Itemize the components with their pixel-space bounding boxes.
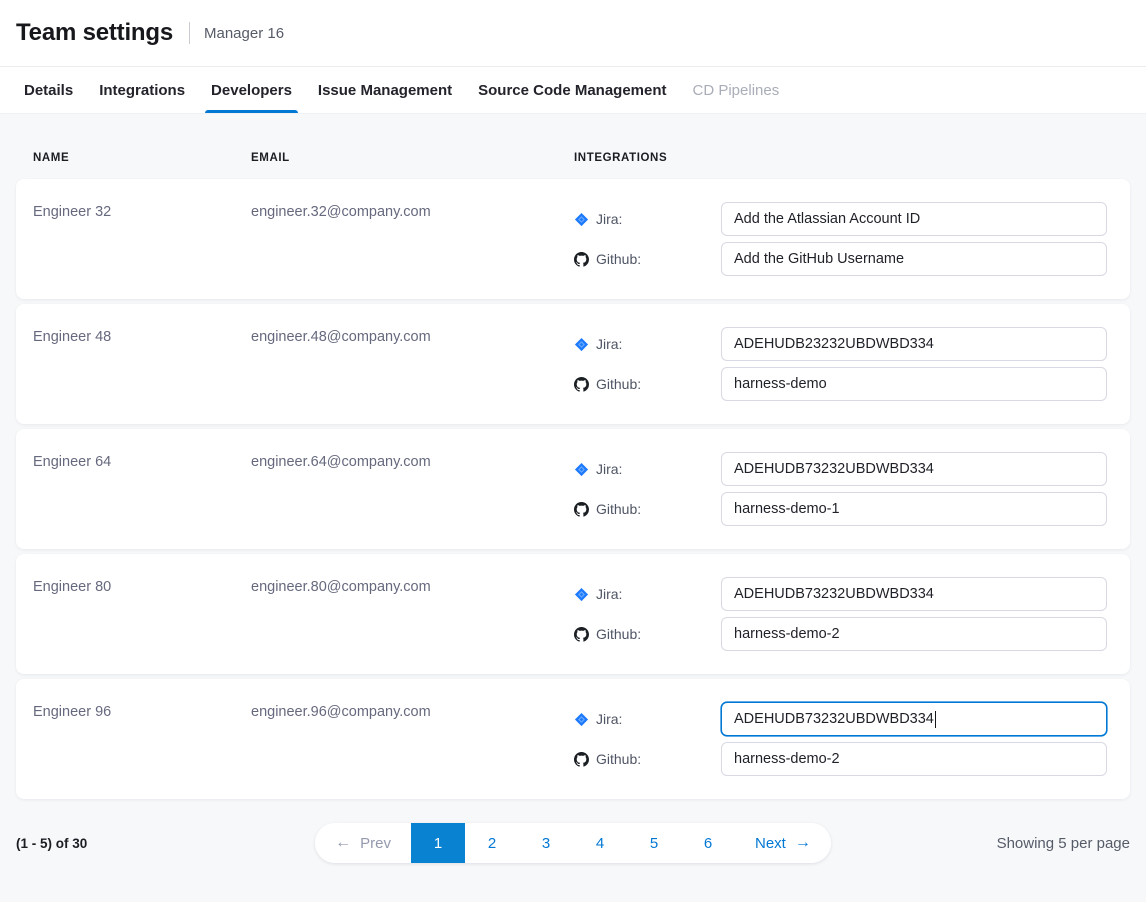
jira-input[interactable]: Add the Atlassian Account ID xyxy=(721,202,1107,236)
page-button-2[interactable]: 2 xyxy=(465,823,519,863)
github-label: Github: xyxy=(574,501,721,517)
jira-input[interactable]: ADEHUDB73232UBDWBD334 xyxy=(721,577,1107,611)
jira-input[interactable]: ADEHUDB73232UBDWBD334 xyxy=(721,452,1107,486)
table-column-headers: NAME EMAIL INTEGRATIONS xyxy=(16,114,1130,179)
developer-name: Engineer 80 xyxy=(33,578,251,652)
github-input[interactable]: harness-demo-2 xyxy=(721,617,1107,651)
text-cursor xyxy=(935,711,937,728)
jira-input[interactable]: ADEHUDB73232UBDWBD334 xyxy=(721,702,1107,736)
tab-details[interactable]: Details xyxy=(24,67,73,113)
github-input[interactable]: harness-demo-2 xyxy=(721,742,1107,776)
pagination-bar: (1 - 5) of 30 ← Prev 1 2 3 4 5 6 Next → … xyxy=(16,823,1130,863)
jira-label: Jira: xyxy=(574,711,721,727)
developer-email: engineer.64@company.com xyxy=(251,453,574,527)
jira-line: Jira: ADEHUDB73232UBDWBD334 xyxy=(574,702,1114,736)
github-label: Github: xyxy=(574,751,721,767)
developer-name: Engineer 64 xyxy=(33,453,251,527)
table-row: Engineer 80 engineer.80@company.com Jira… xyxy=(16,554,1130,674)
per-page-info: Showing 5 per page xyxy=(831,835,1130,852)
github-input[interactable]: Add the GitHub Username xyxy=(721,242,1107,276)
page-button-3[interactable]: 3 xyxy=(519,823,573,863)
jira-line: Jira: ADEHUDB23232UBDWBD334 xyxy=(574,327,1114,361)
jira-icon xyxy=(574,462,589,477)
jira-icon xyxy=(574,712,589,727)
jira-icon xyxy=(574,587,589,602)
tab-issue-management[interactable]: Issue Management xyxy=(318,67,452,113)
github-line: Github: harness-demo-2 xyxy=(574,617,1114,651)
tab-bar: Details Integrations Developers Issue Ma… xyxy=(0,67,1146,114)
prev-page-button[interactable]: ← Prev xyxy=(315,823,411,863)
github-label: Github: xyxy=(574,626,721,642)
developer-name: Engineer 48 xyxy=(33,328,251,402)
github-line: Github: Add the GitHub Username xyxy=(574,242,1114,276)
jira-icon xyxy=(574,212,589,227)
developer-name: Engineer 32 xyxy=(33,203,251,277)
jira-label: Jira: xyxy=(574,336,721,352)
github-input[interactable]: harness-demo xyxy=(721,367,1107,401)
integrations-cell: Jira: Add the Atlassian Account ID Githu… xyxy=(574,202,1114,277)
page-subtitle: Manager 16 xyxy=(204,25,284,42)
page-button-6[interactable]: 6 xyxy=(681,823,735,863)
integrations-cell: Jira: ADEHUDB73232UBDWBD334 Github: harn… xyxy=(574,702,1114,777)
tab-developers[interactable]: Developers xyxy=(211,67,292,113)
page-button-4[interactable]: 4 xyxy=(573,823,627,863)
column-header-integrations: INTEGRATIONS xyxy=(574,152,1114,164)
github-icon xyxy=(574,252,589,267)
developer-email: engineer.96@company.com xyxy=(251,703,574,777)
github-label: Github: xyxy=(574,376,721,392)
github-icon xyxy=(574,377,589,392)
right-arrow-icon: → xyxy=(795,835,811,851)
github-line: Github: harness-demo-1 xyxy=(574,492,1114,526)
title-separator xyxy=(189,22,190,44)
page-title: Team settings xyxy=(16,19,173,47)
page-header: Team settings Manager 16 xyxy=(0,0,1146,67)
table-row: Engineer 64 engineer.64@company.com Jira… xyxy=(16,429,1130,549)
developer-email: engineer.48@company.com xyxy=(251,328,574,402)
jira-line: Jira: ADEHUDB73232UBDWBD334 xyxy=(574,452,1114,486)
github-line: Github: harness-demo-2 xyxy=(574,742,1114,776)
pager: ← Prev 1 2 3 4 5 6 Next → xyxy=(315,823,831,863)
result-range: (1 - 5) of 30 xyxy=(16,836,315,851)
jira-icon xyxy=(574,337,589,352)
tab-integrations[interactable]: Integrations xyxy=(99,67,185,113)
jira-line: Jira: ADEHUDB73232UBDWBD334 xyxy=(574,577,1114,611)
integrations-cell: Jira: ADEHUDB73232UBDWBD334 Github: harn… xyxy=(574,452,1114,527)
integrations-cell: Jira: ADEHUDB23232UBDWBD334 Github: harn… xyxy=(574,327,1114,402)
jira-label: Jira: xyxy=(574,461,721,477)
jira-input[interactable]: ADEHUDB23232UBDWBD334 xyxy=(721,327,1107,361)
active-tab-underline xyxy=(205,110,298,113)
developer-rows: Engineer 32 engineer.32@company.com Jira… xyxy=(16,179,1130,799)
developer-name: Engineer 96 xyxy=(33,703,251,777)
jira-label: Jira: xyxy=(574,211,721,227)
page-button-1[interactable]: 1 xyxy=(411,823,465,863)
github-icon xyxy=(574,752,589,767)
page-button-5[interactable]: 5 xyxy=(627,823,681,863)
jira-label: Jira: xyxy=(574,586,721,602)
jira-line: Jira: Add the Atlassian Account ID xyxy=(574,202,1114,236)
tab-source-code-management[interactable]: Source Code Management xyxy=(478,67,666,113)
tab-cd-pipelines[interactable]: CD Pipelines xyxy=(693,67,780,113)
next-page-button[interactable]: Next → xyxy=(735,823,831,863)
developer-email: engineer.80@company.com xyxy=(251,578,574,652)
github-icon xyxy=(574,502,589,517)
github-input[interactable]: harness-demo-1 xyxy=(721,492,1107,526)
table-row: Engineer 32 engineer.32@company.com Jira… xyxy=(16,179,1130,299)
developer-email: engineer.32@company.com xyxy=(251,203,574,277)
column-header-email: EMAIL xyxy=(251,152,574,164)
integrations-cell: Jira: ADEHUDB73232UBDWBD334 Github: harn… xyxy=(574,577,1114,652)
developers-panel: NAME EMAIL INTEGRATIONS Engineer 32 engi… xyxy=(0,114,1146,902)
column-header-name: NAME xyxy=(33,152,251,164)
table-row: Engineer 96 engineer.96@company.com Jira… xyxy=(16,679,1130,799)
github-icon xyxy=(574,627,589,642)
github-line: Github: harness-demo xyxy=(574,367,1114,401)
table-row: Engineer 48 engineer.48@company.com Jira… xyxy=(16,304,1130,424)
left-arrow-icon: ← xyxy=(335,835,351,851)
github-label: Github: xyxy=(574,251,721,267)
